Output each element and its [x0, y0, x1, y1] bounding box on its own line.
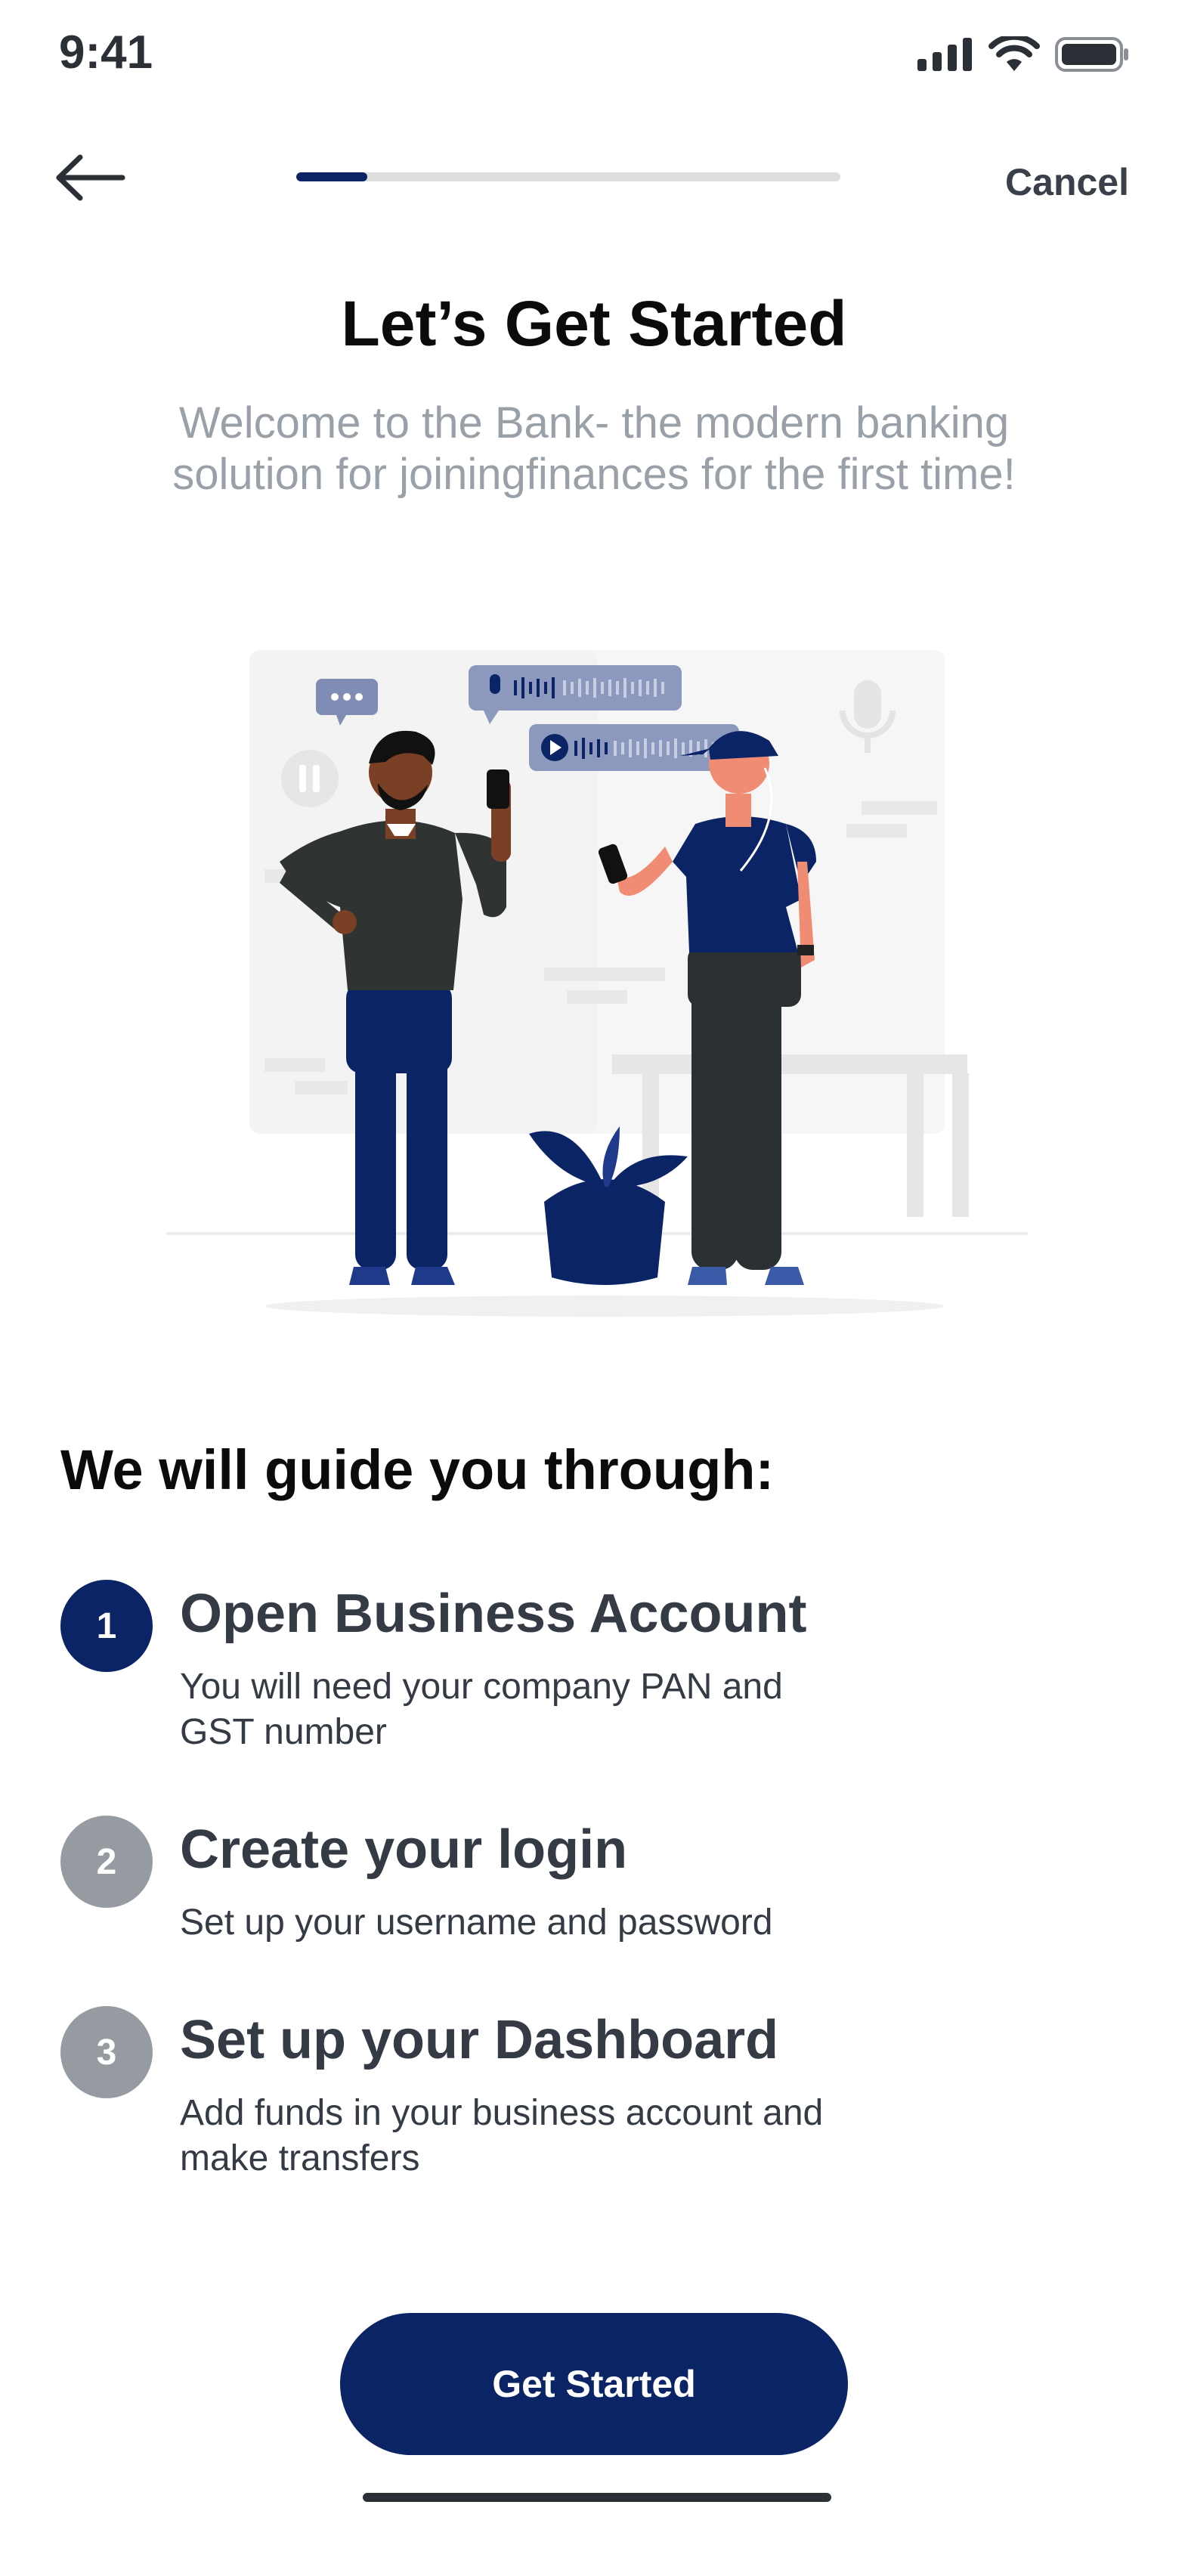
onboarding-screen: 9:41 Cancel Let’s Get Started Welcome to…: [0, 0, 1188, 2576]
page-title: Let’s Get Started: [341, 288, 847, 359]
battery-icon: [1055, 37, 1128, 72]
progress-fill: [296, 172, 367, 181]
people-chatting-illustration: [166, 650, 1028, 1317]
arrow-left-icon: [56, 154, 125, 201]
status-icons: [917, 36, 1129, 73]
home-indicator: [363, 2493, 831, 2502]
step-description: Add funds in your business account and m…: [180, 2093, 824, 2178]
wifi-icon: [988, 36, 1040, 71]
step-number-badge: 2: [60, 1816, 153, 1908]
guide-title: We will guide you through:: [60, 1438, 775, 1501]
cancel-button[interactable]: Cancel: [1005, 160, 1129, 204]
page-subtitle: Welcome to the Bank- the modern banking …: [172, 398, 1016, 499]
onboarding-progress-bar: [296, 172, 840, 181]
get-started-button[interactable]: Get Started: [340, 2313, 848, 2455]
step-title: Create your login: [180, 1819, 628, 1880]
cellular-signal-icon: [917, 38, 972, 71]
step-description: Set up your username and password: [180, 1903, 773, 1943]
step-number-badge: 1: [60, 1580, 153, 1672]
step-title: Set up your Dashboard: [180, 2010, 779, 2070]
step-description: You will need your company PAN and GST n…: [180, 1667, 783, 1752]
status-time: 9:41: [59, 26, 153, 79]
step-title: Open Business Account: [180, 1584, 807, 1644]
back-button[interactable]: [53, 151, 136, 219]
step-number-badge: 3: [60, 2006, 153, 2098]
